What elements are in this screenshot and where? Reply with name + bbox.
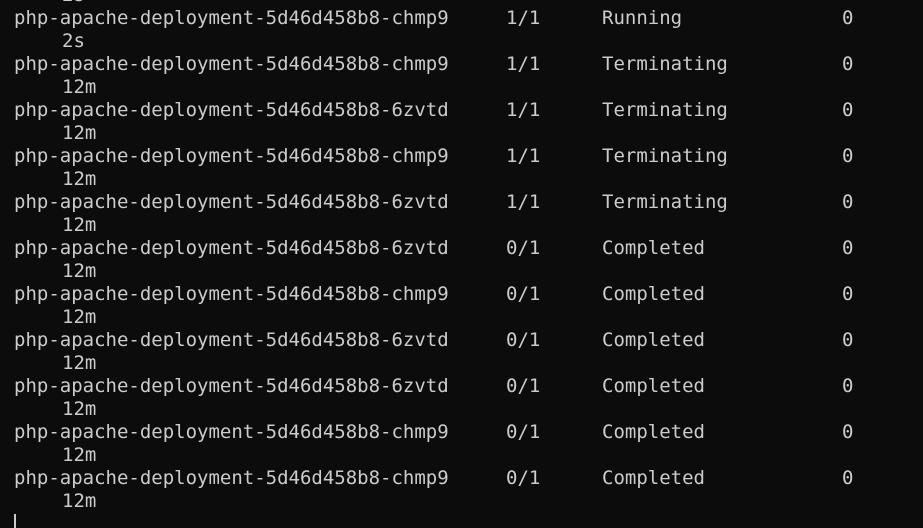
pod-age: 12m (62, 398, 97, 420)
pod-restarts: 0 (842, 467, 854, 489)
pod-row: php-apache-deployment-5d46d458b8-chmp9 0… (14, 421, 914, 444)
pod-age: 12m (62, 168, 97, 190)
pod-age: 2s (62, 30, 85, 52)
pod-age: 12m (62, 260, 97, 282)
pod-row: php-apache-deployment-5d46d458b8-6zvtd 0… (14, 329, 914, 352)
pod-restarts: 0 (842, 99, 854, 121)
partial-age-line: 2s (14, 0, 914, 7)
pod-restarts: 0 (842, 283, 854, 305)
pod-age: 12m (62, 490, 97, 512)
pod-age: 12m (62, 444, 97, 466)
pod-age: 12m (62, 306, 97, 328)
pod-restarts: 0 (842, 191, 854, 213)
pod-restarts: 0 (842, 145, 854, 167)
pod-name: php-apache-deployment-5d46d458b8-chmp9 (14, 467, 449, 489)
pod-restarts: 0 (842, 237, 854, 259)
pod-row: php-apache-deployment-5d46d458b8-chmp9 0… (14, 283, 914, 306)
pod-name: php-apache-deployment-5d46d458b8-chmp9 (14, 145, 449, 167)
pod-ready: 1/1 (506, 7, 541, 29)
pod-age: 12m (62, 352, 97, 374)
pod-row: php-apache-deployment-5d46d458b8-chmp9 1… (14, 145, 914, 168)
pod-status: Terminating (602, 53, 728, 75)
pod-restarts: 0 (842, 53, 854, 75)
pod-status: Terminating (602, 145, 728, 167)
pod-status: Completed (602, 375, 705, 397)
pod-status: Running (602, 7, 683, 29)
pod-status: Completed (602, 329, 705, 351)
pod-status: Completed (602, 467, 705, 489)
pod-ready: 1/1 (506, 53, 541, 75)
pod-name: php-apache-deployment-5d46d458b8-6zvtd (14, 329, 449, 351)
pod-row: php-apache-deployment-5d46d458b8-chmp9 0… (14, 467, 914, 490)
pod-name: php-apache-deployment-5d46d458b8-6zvtd (14, 191, 449, 213)
pod-age: 12m (62, 214, 97, 236)
pod-name: php-apache-deployment-5d46d458b8-chmp9 (14, 421, 449, 443)
pod-name: php-apache-deployment-5d46d458b8-6zvtd (14, 99, 449, 121)
pod-ready: 0/1 (506, 421, 541, 443)
pod-row: php-apache-deployment-5d46d458b8-6zvtd 1… (14, 99, 914, 122)
pod-name: php-apache-deployment-5d46d458b8-chmp9 (14, 53, 449, 75)
pod-row: php-apache-deployment-5d46d458b8-6zvtd 0… (14, 375, 914, 398)
pod-ready: 0/1 (506, 329, 541, 351)
pod-ready: 1/1 (506, 191, 541, 213)
pod-name: php-apache-deployment-5d46d458b8-chmp9 (14, 7, 449, 29)
pod-status: Terminating (602, 99, 728, 121)
pod-row: php-apache-deployment-5d46d458b8-chmp9 1… (14, 53, 914, 76)
pod-ready: 1/1 (506, 145, 541, 167)
pod-row: php-apache-deployment-5d46d458b8-chmp9 1… (14, 7, 914, 30)
pod-row: php-apache-deployment-5d46d458b8-6zvtd 0… (14, 237, 914, 260)
pod-status: Terminating (602, 191, 728, 213)
pod-ready: 0/1 (506, 467, 541, 489)
pod-ready: 0/1 (506, 283, 541, 305)
pod-age: 12m (62, 122, 97, 144)
terminal-window[interactable]: 2s php-apache-deployment-5d46d458b8-chmp… (0, 0, 923, 528)
pod-name: php-apache-deployment-5d46d458b8-6zvtd (14, 375, 449, 397)
pod-status: Completed (602, 237, 705, 259)
pod-status: Completed (602, 283, 705, 305)
terminal-output: 2s php-apache-deployment-5d46d458b8-chmp… (14, 0, 914, 513)
pod-ready: 0/1 (506, 237, 541, 259)
pod-ready: 0/1 (506, 375, 541, 397)
pod-ready: 1/1 (506, 99, 541, 121)
pod-restarts: 0 (842, 375, 854, 397)
pod-name: php-apache-deployment-5d46d458b8-chmp9 (14, 283, 449, 305)
text-cursor (14, 514, 16, 528)
pod-restarts: 0 (842, 7, 854, 29)
pod-restarts: 0 (842, 421, 854, 443)
pod-restarts: 0 (842, 329, 854, 351)
pod-name: php-apache-deployment-5d46d458b8-6zvtd (14, 237, 449, 259)
pod-row: php-apache-deployment-5d46d458b8-6zvtd 1… (14, 191, 914, 214)
pod-status: Completed (602, 421, 705, 443)
pod-age: 12m (62, 76, 97, 98)
